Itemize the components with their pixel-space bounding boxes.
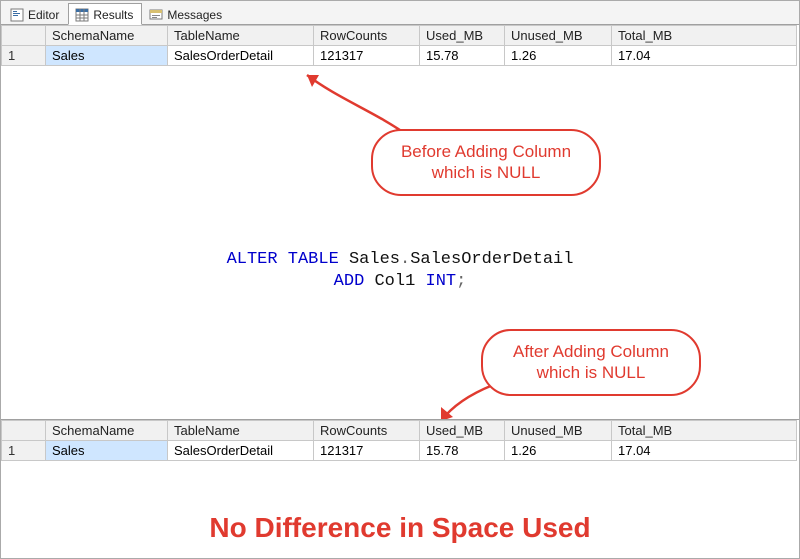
kw-add: ADD xyxy=(334,272,365,291)
cell-schema[interactable]: Sales xyxy=(46,441,168,461)
summary-caption: No Difference in Space Used xyxy=(1,512,799,544)
cell-used[interactable]: 15.78 xyxy=(420,441,505,461)
callout-before: Before Adding Column which is NULL xyxy=(371,129,601,196)
callout-after: After Adding Column which is NULL xyxy=(481,329,701,396)
col-used[interactable]: Used_MB xyxy=(420,421,505,441)
callout-after-line1: After Adding Column xyxy=(503,341,679,362)
results-grid-after: SchemaName TableName RowCounts Used_MB U… xyxy=(1,419,799,461)
grid-corner xyxy=(2,26,46,46)
cell-unused[interactable]: 1.26 xyxy=(505,441,612,461)
kw-alter-table: ALTER TABLE xyxy=(227,250,339,269)
cell-used[interactable]: 15.78 xyxy=(420,46,505,66)
col-ident: Col1 xyxy=(374,272,415,291)
col-table[interactable]: TableName xyxy=(168,26,314,46)
cell-schema[interactable]: Sales xyxy=(46,46,168,66)
tab-editor-label: Editor xyxy=(28,8,59,22)
cell-total[interactable]: 17.04 xyxy=(612,46,797,66)
col-total[interactable]: Total_MB xyxy=(612,26,797,46)
col-rows[interactable]: RowCounts xyxy=(314,26,420,46)
grid-before-table[interactable]: SchemaName TableName RowCounts Used_MB U… xyxy=(1,25,797,66)
cell-table[interactable]: SalesOrderDetail xyxy=(168,441,314,461)
semicolon: ; xyxy=(456,272,466,291)
tab-messages[interactable]: Messages xyxy=(142,3,231,25)
col-schema[interactable]: SchemaName xyxy=(46,26,168,46)
callout-before-line1: Before Adding Column xyxy=(393,141,579,162)
cell-unused[interactable]: 1.26 xyxy=(505,46,612,66)
tabs-bar: Editor Results Messages xyxy=(1,1,799,25)
table-row[interactable]: 1 Sales SalesOrderDetail 121317 15.78 1.… xyxy=(2,441,797,461)
messages-icon xyxy=(149,8,163,22)
grid-header-row: SchemaName TableName RowCounts Used_MB U… xyxy=(2,421,797,441)
grid-after-table[interactable]: SchemaName TableName RowCounts Used_MB U… xyxy=(1,420,797,461)
tab-results[interactable]: Results xyxy=(68,3,142,25)
sql-code: ALTER TABLE Sales.SalesOrderDetail ADD C… xyxy=(1,249,799,293)
cell-rows[interactable]: 121317 xyxy=(314,441,420,461)
col-total[interactable]: Total_MB xyxy=(612,421,797,441)
cell-table[interactable]: SalesOrderDetail xyxy=(168,46,314,66)
col-used[interactable]: Used_MB xyxy=(420,26,505,46)
row-number: 1 xyxy=(2,441,46,461)
editor-icon xyxy=(10,8,24,22)
tab-results-label: Results xyxy=(93,8,133,22)
results-grid-before: SchemaName TableName RowCounts Used_MB U… xyxy=(1,25,799,66)
grid-header-row: SchemaName TableName RowCounts Used_MB U… xyxy=(2,26,797,46)
callout-before-line2: which is NULL xyxy=(393,162,579,183)
col-unused[interactable]: Unused_MB xyxy=(505,421,612,441)
results-icon xyxy=(75,8,89,22)
col-schema[interactable]: SchemaName xyxy=(46,421,168,441)
tab-messages-label: Messages xyxy=(167,8,222,22)
callout-after-line2: which is NULL xyxy=(503,362,679,383)
table-ident: SalesOrderDetail xyxy=(410,250,573,269)
col-table[interactable]: TableName xyxy=(168,421,314,441)
col-unused[interactable]: Unused_MB xyxy=(505,26,612,46)
dot-punct: . xyxy=(400,250,410,269)
col-rows[interactable]: RowCounts xyxy=(314,421,420,441)
row-number: 1 xyxy=(2,46,46,66)
schema-ident: Sales xyxy=(349,250,400,269)
cell-total[interactable]: 17.04 xyxy=(612,441,797,461)
table-row[interactable]: 1 Sales SalesOrderDetail 121317 15.78 1.… xyxy=(2,46,797,66)
tab-editor[interactable]: Editor xyxy=(3,3,68,25)
type-int: INT xyxy=(426,272,457,291)
cell-rows[interactable]: 121317 xyxy=(314,46,420,66)
grid-corner xyxy=(2,421,46,441)
